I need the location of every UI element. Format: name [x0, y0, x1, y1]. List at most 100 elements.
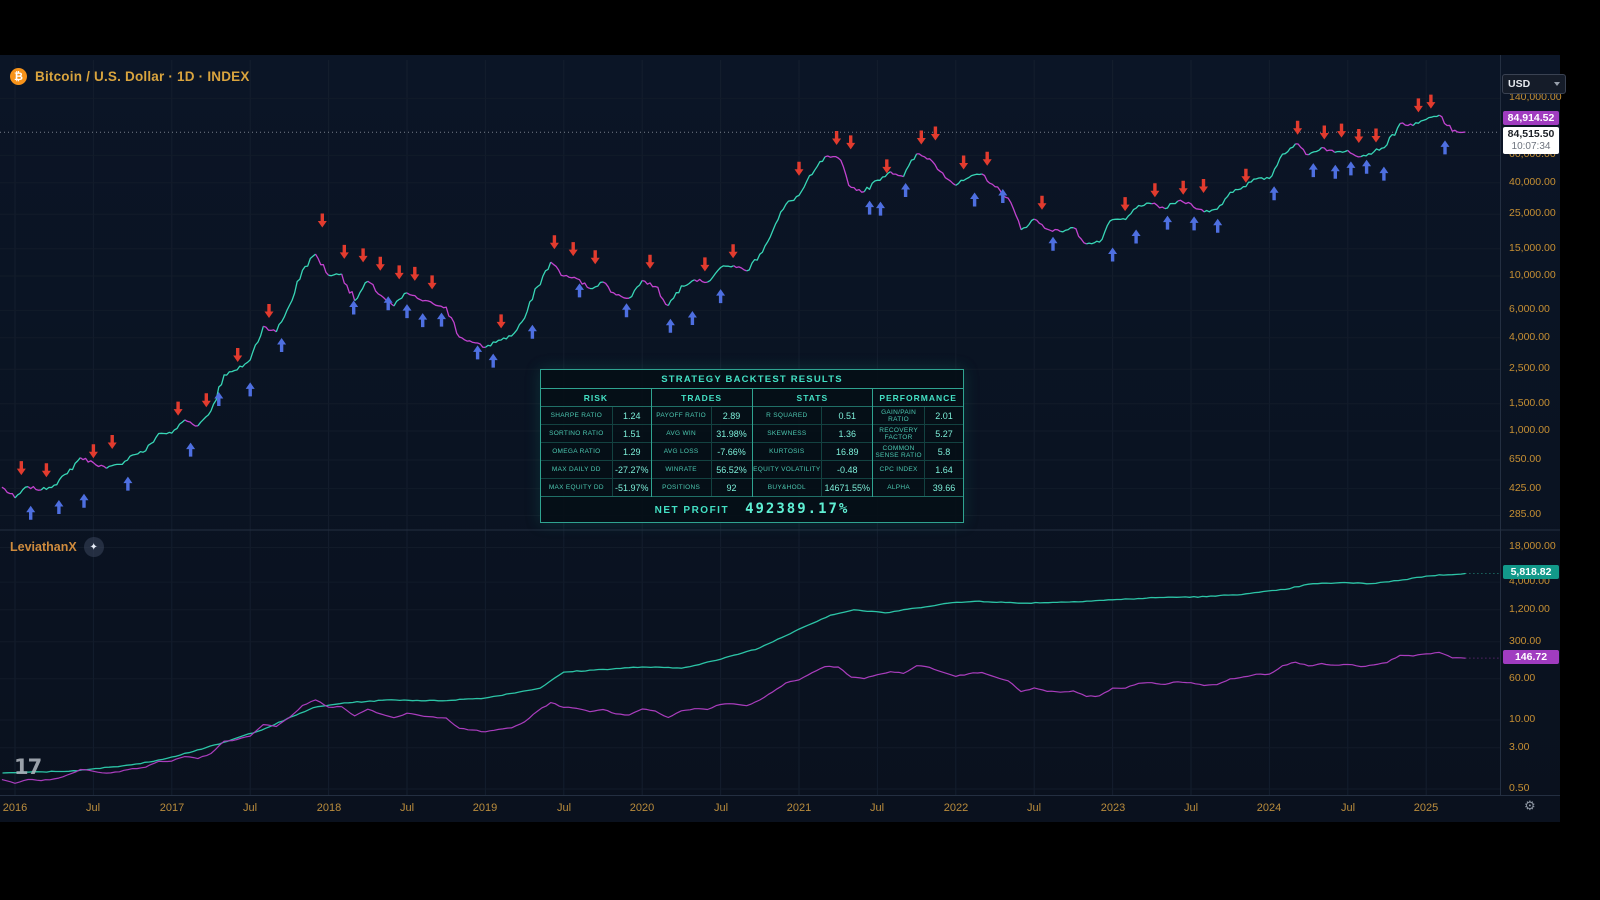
- buy-arrow-icon: [437, 313, 446, 327]
- metric-label: AVG WIN: [652, 425, 711, 442]
- metric-label: EQUITY VOLATILITY: [753, 461, 822, 478]
- price-tick-label: 3.00: [1509, 741, 1529, 753]
- sell-arrow-icon: [1241, 169, 1250, 183]
- metric-value: 1.24: [612, 407, 651, 424]
- price-tick-label: 6,000.00: [1509, 303, 1550, 315]
- metric-value: 5.27: [924, 425, 963, 442]
- metric-row: MAX DAILY DD-27.27%: [541, 461, 651, 479]
- buy-arrow-icon: [970, 193, 979, 207]
- metric-value: -7.66%: [711, 443, 752, 460]
- price-tick-label: 15,000.00: [1509, 242, 1556, 254]
- metric-row: BUY&HODL14671.55%: [753, 479, 873, 497]
- price-tick-label: 10,000.00: [1509, 269, 1556, 281]
- metric-label: SORTINO RATIO: [541, 425, 612, 442]
- sell-arrow-icon: [1372, 129, 1381, 143]
- sell-arrow-icon: [700, 257, 709, 271]
- metric-value: 16.89: [821, 443, 872, 460]
- buy-arrow-icon: [1132, 230, 1141, 244]
- price-axis[interactable]: 140,000.0060,000.0040,000.0025,000.0015,…: [1500, 55, 1561, 795]
- metric-row: AVG WIN31.98%: [652, 425, 752, 443]
- time-tick-label: Jul: [557, 802, 571, 814]
- buy-arrow-icon: [1379, 167, 1388, 181]
- buy-arrow-icon: [186, 443, 195, 457]
- tradingview-logo[interactable]: 17: [14, 755, 41, 779]
- time-tick-label: 2021: [787, 802, 811, 814]
- metric-value: 56.52%: [711, 461, 752, 478]
- time-tick-label: Jul: [1027, 802, 1041, 814]
- buy-arrow-icon: [403, 304, 412, 318]
- metric-value: 0.51: [821, 407, 872, 424]
- time-tick-label: Jul: [243, 802, 257, 814]
- metric-row: CPC INDEX1.64: [873, 461, 963, 479]
- currency-label: USD: [1508, 78, 1530, 90]
- buy-arrow-icon: [1108, 248, 1117, 262]
- time-tick-label: 2018: [317, 802, 341, 814]
- metric-row: COMMON SENSE RATIO5.8: [873, 443, 963, 461]
- metric-row: OMEGA RATIO1.29: [541, 443, 651, 461]
- metric-value: 92: [711, 479, 752, 496]
- metric-label: ALPHA: [873, 479, 924, 496]
- backtest-table-groups: RISKSHARPE RATIO1.24SORTINO RATIO1.51OME…: [541, 389, 963, 497]
- buy-arrow-icon: [688, 311, 697, 325]
- metric-row: RECOVERY FACTOR5.27: [873, 425, 963, 443]
- sell-arrow-icon: [17, 461, 26, 475]
- net-profit-value: 492389.17%: [745, 501, 849, 517]
- sell-arrow-icon: [376, 257, 385, 271]
- sell-arrow-icon: [42, 463, 51, 477]
- metric-label: KURTOSIS: [753, 443, 822, 460]
- metric-row: ALPHA39.66: [873, 479, 963, 497]
- buy-arrow-icon: [1331, 165, 1340, 179]
- currency-selector[interactable]: USD: [1502, 74, 1566, 94]
- time-tick-label: 2025: [1414, 802, 1438, 814]
- metric-label: MAX DAILY DD: [541, 461, 612, 478]
- metric-label: BUY&HODL: [753, 479, 822, 496]
- time-tick-label: 2016: [3, 802, 27, 814]
- time-tick-label: 2017: [160, 802, 184, 814]
- axis-settings-gear-icon[interactable]: ⚙: [1524, 799, 1536, 814]
- time-tick-label: Jul: [714, 802, 728, 814]
- sell-arrow-icon: [1199, 179, 1208, 193]
- symbol-header[interactable]: ₿ Bitcoin / U.S. Dollar · 1D · INDEX: [10, 68, 250, 85]
- metric-label: SKEWNESS: [753, 425, 822, 442]
- backtest-table-title: STRATEGY BACKTEST RESULTS: [541, 370, 963, 389]
- metric-row: AVG LOSS-7.66%: [652, 443, 752, 461]
- indicator-price-badge: 84,914.52: [1503, 111, 1559, 125]
- metric-value: 5.8: [924, 443, 963, 460]
- buy-arrow-icon: [473, 345, 482, 359]
- chart-area[interactable]: ₿ Bitcoin / U.S. Dollar · 1D · INDEX USD…: [0, 55, 1560, 822]
- metric-value: 31.98%: [711, 425, 752, 442]
- metric-label: WINRATE: [652, 461, 711, 478]
- net-profit-row: NET PROFIT 492389.17%: [541, 497, 963, 522]
- buy-arrow-icon: [80, 494, 89, 508]
- time-tick-label: Jul: [1184, 802, 1198, 814]
- ai-sparkle-button[interactable]: ✦: [84, 537, 104, 557]
- metric-value: 39.66: [924, 479, 963, 496]
- table-group-performance: PERFORMANCEGAIN/PAIN RATIO2.01RECOVERY F…: [873, 389, 963, 497]
- price-tick-label: 18,000.00: [1509, 540, 1556, 552]
- backtest-results-table: STRATEGY BACKTEST RESULTS RISKSHARPE RAT…: [540, 369, 964, 523]
- metric-row: KURTOSIS16.89: [753, 443, 873, 461]
- sell-arrow-icon: [89, 444, 98, 458]
- metric-value: -51.97%: [612, 479, 651, 496]
- price-tick-label: 1,500.00: [1509, 397, 1550, 409]
- metric-value: 2.89: [711, 407, 752, 424]
- metric-row: GAIN/PAIN RATIO2.01: [873, 407, 963, 425]
- buy-arrow-icon: [1362, 160, 1371, 174]
- buy-arrow-icon: [277, 338, 286, 352]
- indicator-name-label: LeviathanX: [10, 540, 77, 554]
- symbol-title: Bitcoin / U.S. Dollar · 1D · INDEX: [35, 69, 250, 84]
- metric-row: SHARPE RATIO1.24: [541, 407, 651, 425]
- chevron-down-icon: [1554, 82, 1560, 86]
- time-tick-label: Jul: [870, 802, 884, 814]
- metric-label: MAX EQUITY DD: [541, 479, 612, 496]
- sell-arrow-icon: [591, 250, 600, 264]
- buy-arrow-icon: [716, 289, 725, 303]
- metric-value: 1.36: [821, 425, 872, 442]
- buy-arrow-icon: [54, 500, 63, 514]
- metric-value: -0.48: [821, 461, 872, 478]
- sell-arrow-icon: [108, 435, 117, 449]
- sell-arrow-icon: [1354, 129, 1363, 143]
- table-group-header: TRADES: [652, 389, 752, 407]
- time-axis[interactable]: 2016Jul2017Jul2018Jul2019Jul2020Jul2021J…: [0, 795, 1560, 823]
- time-tick-label: 2020: [630, 802, 654, 814]
